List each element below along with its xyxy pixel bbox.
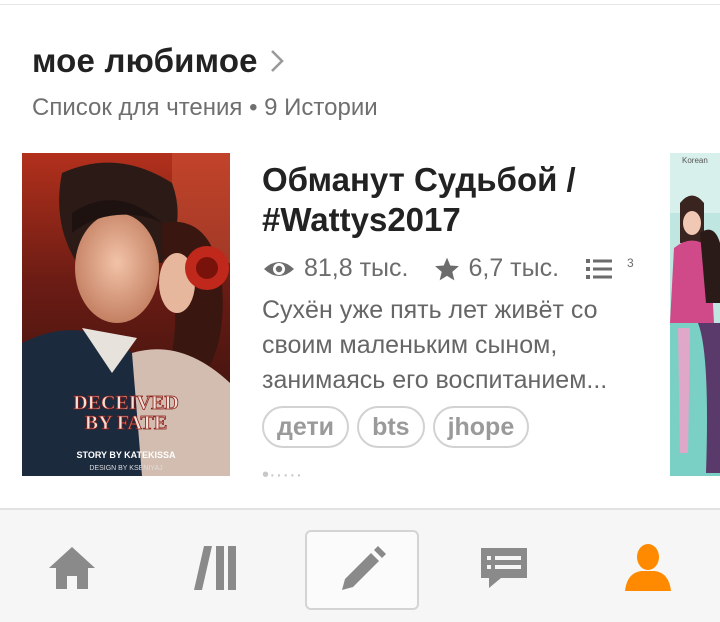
book-title[interactable]: Обманут Судьбой / #Wattys2017	[262, 160, 662, 240]
pencil-icon	[342, 546, 386, 590]
nav-library[interactable]	[161, 530, 271, 606]
nav-write[interactable]	[305, 530, 419, 610]
reads-count: 81,8 тыс.	[304, 254, 409, 282]
cover-title-line2: BY FATE	[85, 412, 167, 434]
top-divider	[0, 4, 720, 5]
votes-stat: 6,7 тыс.	[434, 254, 559, 283]
book-cover[interactable]: DECEIVED BY FATE STORY BY KATEKISSA DESI…	[22, 153, 230, 476]
library-icon	[194, 546, 236, 590]
reading-list-title-link[interactable]: мое любимое	[32, 42, 378, 80]
tag-chip[interactable]: дети	[262, 406, 350, 448]
cover-story-by: STORY BY KATEKISSA	[76, 450, 176, 460]
next-book-cover[interactable]: Korean	[670, 153, 720, 476]
cover-design-by: DESIGN BY KSENIYAJ	[89, 465, 162, 472]
book-info[interactable]: Обманут Судьбой / #Wattys2017 81,8 тыс. …	[262, 160, 662, 448]
parts-count: 3	[627, 255, 634, 270]
reading-list-subtitle: Список для чтения • 9 Истории	[32, 94, 378, 121]
nav-home[interactable]	[17, 530, 127, 606]
next-cover-label: Korean	[682, 156, 708, 165]
book-description: Сухён уже пять лет живёт со своим малень…	[262, 296, 608, 394]
nav-messages[interactable]	[449, 530, 559, 606]
reading-list-header: мое любимое Список для чтения • 9 Истори…	[32, 42, 378, 122]
reading-list-title: мое любимое	[32, 42, 258, 79]
chat-icon	[481, 548, 527, 588]
reads-stat: 81,8 тыс.	[262, 254, 408, 283]
bottom-navigation	[0, 508, 720, 622]
tag-chip[interactable]: jhope	[432, 406, 530, 448]
tag-list: дети bts jhope	[262, 406, 662, 448]
parts-stat: 3	[585, 255, 634, 281]
book-stats: 81,8 тыс. 6,7 тыс. 3	[262, 254, 662, 283]
list-icon	[586, 258, 613, 279]
eye-icon	[264, 261, 294, 276]
home-icon	[49, 547, 95, 589]
tag-chip[interactable]: bts	[357, 406, 425, 448]
star-icon	[435, 257, 460, 280]
author-name-fade: •·····	[262, 464, 303, 478]
person-icon	[625, 544, 671, 591]
nav-profile[interactable]	[593, 530, 703, 606]
chevron-right-icon	[270, 50, 284, 72]
votes-count: 6,7 тыс.	[468, 254, 560, 282]
cover-title-line1: DECEIVED	[73, 392, 179, 414]
